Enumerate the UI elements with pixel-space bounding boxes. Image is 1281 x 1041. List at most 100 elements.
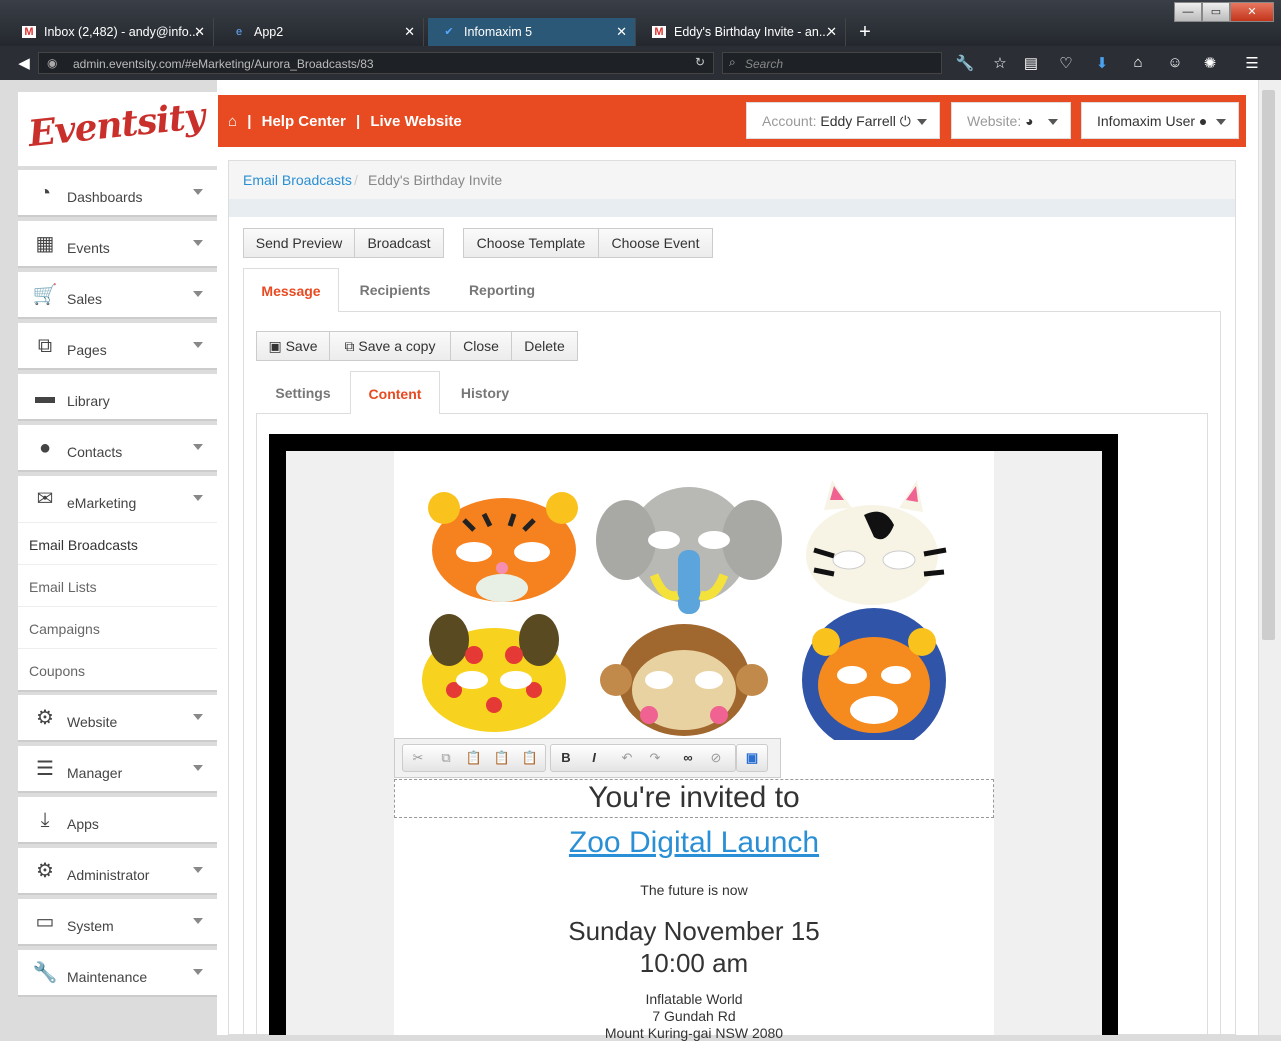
user-dropdown[interactable]: Infomaxim User ● — [1081, 102, 1239, 139]
hdd-icon: ▭ — [35, 911, 55, 933]
browser-tab-app2[interactable]: e App2 ✕ — [218, 18, 424, 46]
breadcrumb-divider-bar — [229, 199, 1235, 217]
scrollbar-thumb[interactable] — [1262, 90, 1275, 640]
broadcast-button[interactable]: Broadcast — [354, 228, 444, 258]
download-icon[interactable]: ⬇ — [1092, 54, 1112, 72]
pocket-icon[interactable]: ♡ — [1056, 54, 1076, 72]
sidebar-item-library[interactable]: ▬ Library — [18, 374, 217, 421]
e-icon: e — [235, 26, 243, 38]
home-icon[interactable]: ⌂ — [1128, 54, 1148, 71]
sidebar-item-label: Maintenance — [67, 969, 148, 985]
website-dropdown[interactable]: Website: ◕ — [951, 102, 1071, 139]
paste-icon[interactable]: 📋 — [464, 748, 484, 768]
italic-icon[interactable]: I — [584, 748, 604, 768]
send-preview-button[interactable]: Send Preview — [243, 228, 355, 258]
breadcrumb-current: Eddy's Birthday Invite — [368, 172, 503, 188]
event-tagline: The future is now — [640, 882, 748, 898]
browser-tab-inbox[interactable]: M Inbox (2,482) - andy@info... ✕ — [8, 18, 214, 46]
sidebar-item-contacts[interactable]: ● Contacts — [18, 425, 217, 472]
sidebar-item-emarketing[interactable]: ✉ eMarketing — [18, 476, 217, 523]
sidebar-item-events[interactable]: ▦ Events — [18, 221, 217, 268]
unlink-icon[interactable]: ⊘ — [706, 748, 726, 768]
copy-icon[interactable]: ⧉ — [436, 748, 456, 768]
sidebar-subitem-coupons[interactable]: Coupons — [18, 649, 217, 692]
browser-tab-infomaxim[interactable]: ✔ Infomaxim 5 ✕ — [428, 18, 636, 46]
sidebar-item-maintenance[interactable]: 🔧 Maintenance — [18, 950, 217, 997]
tab-title: Eddy's Birthday Invite - an... — [674, 25, 830, 39]
home-icon[interactable]: ⌂ — [228, 113, 237, 130]
dashboard-icon: ◔ — [38, 182, 52, 204]
url-bar[interactable]: ◉ admin.eventsity.com/#eMarketing/Aurora… — [38, 52, 714, 74]
chat-icon[interactable]: ☺ — [1165, 54, 1185, 71]
sidebar-item-label: Apps — [67, 816, 99, 832]
sidebar-subitem-campaigns[interactable]: Campaigns — [18, 607, 217, 649]
tab-history[interactable]: History — [440, 385, 530, 401]
tab-title: App2 — [254, 25, 284, 39]
sidebar-item-pages[interactable]: ⧉ Pages — [18, 323, 217, 370]
back-arrow-icon[interactable]: ◀ — [14, 54, 34, 72]
live-website-link[interactable]: Live Website — [370, 113, 461, 130]
window-close-button[interactable]: ✕ — [1230, 2, 1274, 22]
breadcrumb-email-broadcasts[interactable]: Email Broadcasts — [243, 172, 352, 188]
tab-title: Inbox (2,482) - andy@info... — [44, 25, 200, 39]
cut-icon[interactable]: ✂ — [408, 748, 428, 768]
menu-icon[interactable]: ☰ — [1242, 54, 1262, 72]
wrench-icon[interactable]: 🔧 — [955, 54, 975, 72]
sidebar-item-system[interactable]: ▭ System — [18, 899, 217, 946]
invite-heading[interactable]: You're invited to — [394, 781, 994, 815]
save-copy-button[interactable]: ⧉ Save a copy — [329, 331, 451, 361]
chevron-down-icon — [917, 119, 927, 125]
sidebar-item-dashboards[interactable]: ◔ Dashboards — [18, 170, 217, 217]
tab-settings[interactable]: Settings — [258, 385, 348, 401]
search-input[interactable]: ⌕ Search — [722, 52, 942, 74]
close-tab-icon[interactable]: ✕ — [616, 24, 627, 40]
close-tab-icon[interactable]: ✕ — [826, 24, 837, 40]
sidebar-item-administrator[interactable]: ⚙ Administrator — [18, 848, 217, 895]
close-tab-icon[interactable]: ✕ — [194, 24, 205, 40]
undo-icon[interactable]: ↶ — [617, 748, 637, 768]
tab-message[interactable]: Message — [243, 268, 339, 312]
reader-icon[interactable]: ▤ — [1021, 54, 1041, 72]
breadcrumb-separator: / — [354, 172, 358, 188]
tab-content[interactable]: Content — [350, 371, 440, 414]
tab-recipients[interactable]: Recipients — [345, 282, 445, 298]
sidebar-item-website[interactable]: ⚙ Website — [18, 695, 217, 742]
account-dropdown[interactable]: Account: Eddy Farrell ⏻ — [746, 102, 940, 139]
copy-icon: ⧉ — [344, 338, 355, 354]
close-button[interactable]: Close — [450, 331, 512, 361]
sidebar-item-sales[interactable]: 🛒 Sales — [18, 272, 217, 319]
paste-text-icon[interactable]: 📋 — [492, 748, 512, 768]
search-icon: ⌕ — [729, 55, 736, 69]
new-tab-button[interactable]: + — [848, 18, 882, 46]
source-icon[interactable]: ▣ — [742, 748, 762, 768]
sidebar-item-manager[interactable]: ☰ Manager — [18, 746, 217, 793]
sidebar-subitem-email-broadcasts[interactable]: Email Broadcasts — [18, 523, 217, 565]
delete-button[interactable]: Delete — [511, 331, 578, 361]
save-copy-label: Save a copy — [358, 338, 436, 354]
reload-icon[interactable]: ↻ — [695, 55, 705, 69]
addon-icon[interactable]: ✺ — [1200, 54, 1220, 72]
wrench-icon: 🔧 — [32, 962, 58, 984]
sidebar-item-apps[interactable]: ⤓ Apps — [18, 797, 217, 844]
help-center-link[interactable]: Help Center — [262, 113, 346, 130]
star-icon[interactable]: ☆ — [990, 54, 1010, 72]
paste-word-icon[interactable]: 📋 — [520, 748, 540, 768]
event-name-link[interactable]: Zoo Digital Launch — [394, 826, 994, 860]
sidebar-subitem-email-lists[interactable]: Email Lists — [18, 565, 217, 607]
save-label: Save — [285, 338, 318, 354]
minimize-button[interactable]: — — [1174, 2, 1202, 22]
bold-icon[interactable]: B — [556, 748, 576, 768]
choose-template-button[interactable]: Choose Template — [463, 228, 599, 258]
animal-masks-image[interactable] — [394, 470, 994, 752]
chevron-down-icon — [193, 495, 203, 501]
link-icon[interactable]: ∞ — [678, 748, 698, 768]
sidebar-item-label: Pages — [67, 342, 107, 358]
browser-tab-invite[interactable]: M Eddy's Birthday Invite - an... ✕ — [638, 18, 846, 46]
redo-icon[interactable]: ↷ — [645, 748, 665, 768]
choose-event-button[interactable]: Choose Event — [598, 228, 713, 258]
maximize-button[interactable]: ▭ — [1202, 2, 1230, 22]
close-tab-icon[interactable]: ✕ — [404, 24, 415, 40]
tab-reporting[interactable]: Reporting — [452, 282, 552, 298]
chevron-down-icon — [1216, 119, 1226, 125]
save-button[interactable]: ▣ Save — [256, 331, 330, 361]
